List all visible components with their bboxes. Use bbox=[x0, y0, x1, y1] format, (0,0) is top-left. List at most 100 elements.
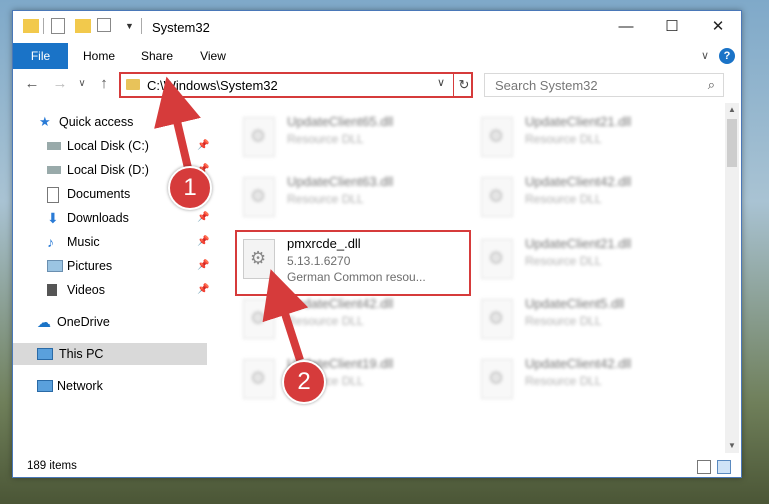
search-icon: ⌕ bbox=[707, 77, 715, 92]
sidebar-item-label: Quick access bbox=[59, 115, 134, 129]
file-item[interactable]: UpdateClient65.dll Resource DLL bbox=[235, 111, 450, 163]
sidebar-item-label: OneDrive bbox=[57, 315, 110, 329]
scroll-up-icon[interactable]: ▲ bbox=[725, 105, 739, 114]
file-type: Resource DLL bbox=[525, 314, 602, 328]
videos-icon bbox=[47, 284, 57, 296]
dll-file-icon bbox=[481, 239, 513, 279]
file-name: UpdateClient42.dll bbox=[525, 356, 632, 371]
downloads-icon: ⬇ bbox=[47, 210, 59, 226]
file-type: Resource DLL bbox=[525, 132, 602, 146]
pin-icon: 📌 bbox=[197, 140, 210, 151]
maximize-button[interactable]: ☐ bbox=[649, 11, 695, 43]
sidebar-item-music[interactable]: ♪ Music 📌 bbox=[47, 231, 217, 253]
sidebar-item-downloads[interactable]: ⬇ Downloads 📌 bbox=[47, 207, 217, 229]
search-placeholder: Search System32 bbox=[495, 78, 598, 93]
pin-icon: 📌 bbox=[197, 236, 210, 247]
title-bar: ▼ System32 — ☐ ✕ bbox=[13, 11, 741, 43]
pictures-icon bbox=[47, 260, 63, 272]
pin-icon: 📌 bbox=[197, 284, 210, 295]
sidebar-item-videos[interactable]: Videos 📌 bbox=[47, 279, 217, 301]
file-item[interactable]: UpdateClient19.dll Resource DLL bbox=[235, 353, 450, 405]
dll-file-icon bbox=[481, 177, 513, 217]
explorer-window: ▼ System32 — ☐ ✕ File Home Share View ∨ … bbox=[12, 10, 742, 478]
search-input[interactable]: Search System32 ⌕ bbox=[484, 73, 724, 97]
sidebar-item-this-pc[interactable]: This PC bbox=[13, 343, 207, 365]
tab-view[interactable]: View bbox=[195, 43, 231, 69]
sidebar-item-label: Videos bbox=[67, 283, 105, 297]
cloud-icon: ☁ bbox=[37, 314, 51, 330]
address-path[interactable]: C:\Windows\System32 bbox=[147, 78, 278, 93]
file-type: Resource DLL bbox=[287, 192, 364, 206]
sidebar-item-onedrive[interactable]: ☁ OneDrive bbox=[37, 311, 207, 333]
tab-home[interactable]: Home bbox=[79, 43, 119, 69]
refresh-icon[interactable]: ↻ bbox=[453, 74, 474, 96]
file-name: UpdateClient42.dll bbox=[287, 296, 394, 311]
file-item[interactable]: UpdateClient63.dll Resource DLL bbox=[235, 171, 450, 223]
up-arrow-icon[interactable]: ↑ bbox=[95, 75, 113, 93]
window-title: System32 bbox=[152, 20, 210, 35]
pin-icon: 📌 bbox=[197, 260, 210, 271]
scroll-down-icon[interactable]: ▼ bbox=[725, 441, 739, 450]
address-bar[interactable]: C:\Windows\System32 ∨ ↻ bbox=[119, 72, 473, 98]
file-name: UpdateClient63.dll bbox=[287, 174, 394, 189]
close-button[interactable]: ✕ bbox=[695, 11, 741, 43]
file-name: UpdateClient65.dll bbox=[287, 114, 394, 129]
file-name: UpdateClient21.dll bbox=[525, 236, 632, 251]
properties-icon[interactable] bbox=[51, 18, 65, 34]
file-item[interactable]: UpdateClient42.dll Resource DLL bbox=[473, 171, 688, 223]
folder-icon[interactable] bbox=[23, 19, 39, 33]
file-type: Resource DLL bbox=[525, 254, 602, 268]
file-item[interactable]: UpdateClient42.dll Resource DLL bbox=[235, 293, 450, 345]
dll-file-icon bbox=[243, 359, 275, 399]
sidebar-item-local-disk-c[interactable]: Local Disk (C:) 📌 bbox=[47, 135, 217, 157]
sidebar-item-label: This PC bbox=[59, 347, 104, 361]
large-icons-view-icon[interactable] bbox=[717, 460, 731, 474]
music-icon: ♪ bbox=[47, 234, 54, 250]
minimize-button[interactable]: — bbox=[603, 11, 649, 43]
sidebar-item-label: Documents bbox=[67, 187, 131, 201]
sidebar-item-label: Network bbox=[57, 379, 103, 393]
customize-view-icon[interactable] bbox=[97, 18, 111, 32]
sidebar-item-label: Music bbox=[67, 235, 100, 249]
sidebar-item-quick-access[interactable]: ★ Quick access bbox=[39, 111, 199, 133]
callout-badge-1: 1 bbox=[168, 166, 212, 210]
file-item[interactable]: UpdateClient21.dll Resource DLL bbox=[473, 233, 688, 285]
drive-icon bbox=[47, 166, 61, 174]
file-item[interactable]: UpdateClient21.dll Resource DLL bbox=[473, 111, 688, 163]
vertical-scrollbar[interactable]: ▲ ▼ bbox=[725, 103, 739, 453]
computer-icon bbox=[37, 348, 53, 360]
new-folder-icon[interactable] bbox=[75, 19, 91, 33]
help-icon[interactable]: ? bbox=[719, 48, 735, 64]
sidebar-item-label: Local Disk (D:) bbox=[67, 163, 149, 177]
file-type: Resource DLL bbox=[287, 314, 364, 328]
navigation-pane: ★ Quick access Local Disk (C:) 📌 Local D… bbox=[13, 107, 209, 457]
quick-access-dropdown-icon[interactable]: ▼ bbox=[125, 21, 141, 37]
back-arrow-icon[interactable]: ← bbox=[23, 75, 41, 93]
dll-file-icon bbox=[243, 299, 275, 339]
sidebar-item-network[interactable]: Network bbox=[37, 375, 207, 397]
file-item[interactable]: UpdateClient5.dll Resource DLL bbox=[473, 293, 688, 345]
sidebar-item-label: Local Disk (C:) bbox=[67, 139, 149, 153]
dll-file-icon bbox=[481, 359, 513, 399]
tab-file[interactable]: File bbox=[13, 43, 68, 69]
file-item[interactable]: UpdateClient42.dll Resource DLL bbox=[473, 353, 688, 405]
forward-arrow-icon[interactable]: → bbox=[51, 75, 69, 93]
address-dropdown-icon[interactable]: ∨ bbox=[437, 76, 445, 89]
scrollbar-thumb[interactable] bbox=[727, 119, 737, 167]
status-bar: 189 items bbox=[13, 457, 741, 477]
dll-file-icon bbox=[481, 299, 513, 339]
sidebar-item-pictures[interactable]: Pictures 📌 bbox=[47, 255, 217, 277]
details-view-icon[interactable] bbox=[697, 460, 711, 474]
dll-file-icon bbox=[243, 177, 275, 217]
file-type: Resource DLL bbox=[287, 132, 364, 146]
recent-locations-icon[interactable]: ∨ bbox=[73, 75, 91, 93]
dll-file-icon bbox=[481, 117, 513, 157]
pin-icon: 📌 bbox=[197, 212, 210, 223]
expand-ribbon-icon[interactable]: ∨ bbox=[697, 43, 713, 69]
callout-badge-2: 2 bbox=[282, 360, 326, 404]
tab-share[interactable]: Share bbox=[137, 43, 177, 69]
ribbon-tabs: File Home Share View ∨ ? bbox=[13, 43, 741, 70]
dll-file-icon bbox=[243, 117, 275, 157]
documents-icon bbox=[47, 187, 59, 203]
file-type: Resource DLL bbox=[525, 192, 602, 206]
